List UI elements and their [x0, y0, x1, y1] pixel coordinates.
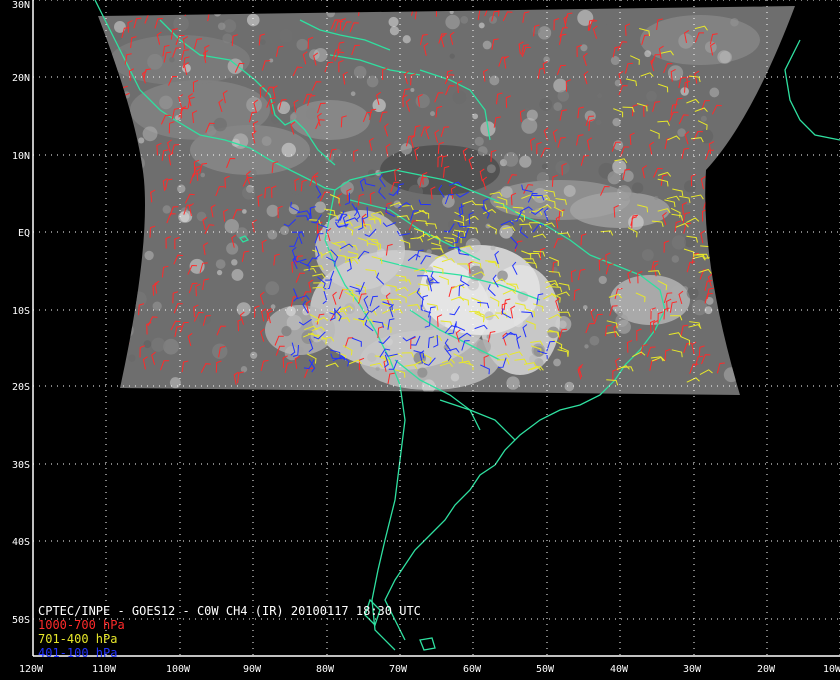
wind-barb	[119, 173, 125, 187]
legend-mid-level: 701-400 hPa	[38, 632, 118, 646]
wind-barb	[129, 268, 135, 282]
lat-label-30s: 30S	[12, 460, 30, 471]
wind-barb	[137, 187, 143, 201]
wind-barb	[716, 235, 723, 249]
legend-low-level: 1000-700 hPa	[38, 618, 125, 632]
product-caption: CPTEC/INPE - GOES12 - C0W CH4 (IR) 20100…	[38, 604, 421, 618]
lon-label-110w: 110W	[92, 664, 117, 675]
lat-label-50s: 50S	[12, 615, 30, 626]
wind-barb	[124, 275, 134, 286]
latitude-labels: 30N 20N 10N EQ 10S 20S 30S 40S 50S	[12, 0, 30, 626]
lon-label-40w: 40W	[610, 664, 629, 675]
lon-label-30w: 30W	[683, 664, 702, 675]
lon-label-50w: 50W	[536, 664, 555, 675]
lat-label-30n: 30N	[12, 0, 30, 11]
lat-label-20n: 20N	[12, 73, 30, 84]
lat-label-eq: EQ	[18, 228, 30, 239]
lon-label-10w: 10W	[823, 664, 840, 675]
coastline-segment	[784, 39, 840, 141]
lon-label-90w: 90W	[243, 664, 262, 675]
wind-barb	[126, 173, 136, 184]
lat-label-10s: 10S	[12, 306, 30, 317]
lon-label-60w: 60W	[463, 664, 482, 675]
legend-high-level: 401-100 hPa	[38, 646, 118, 660]
coastline-segment	[439, 399, 516, 441]
lat-label-20s: 20S	[12, 382, 30, 393]
lon-label-20w: 20W	[757, 664, 776, 675]
wind-barb	[129, 188, 135, 202]
wind-barb	[135, 196, 141, 209]
lon-label-80w: 80W	[316, 664, 335, 675]
satellite-map: 30N 20N 10N EQ 10S 20S 30S 40S 50S 120W …	[0, 0, 840, 680]
wind-barb	[705, 189, 716, 200]
wind-barb	[128, 242, 134, 256]
longitude-labels: 120W 110W 100W 90W 80W 70W 60W 50W 40W 3…	[19, 664, 840, 675]
coastline-segment	[419, 637, 436, 651]
lon-label-70w: 70W	[389, 664, 408, 675]
lat-label-10n: 10N	[12, 151, 30, 162]
lon-label-100w: 100W	[166, 664, 191, 675]
lat-label-40s: 40S	[12, 537, 30, 548]
lon-label-120w: 120W	[19, 664, 44, 675]
wind-barb	[714, 239, 723, 251]
